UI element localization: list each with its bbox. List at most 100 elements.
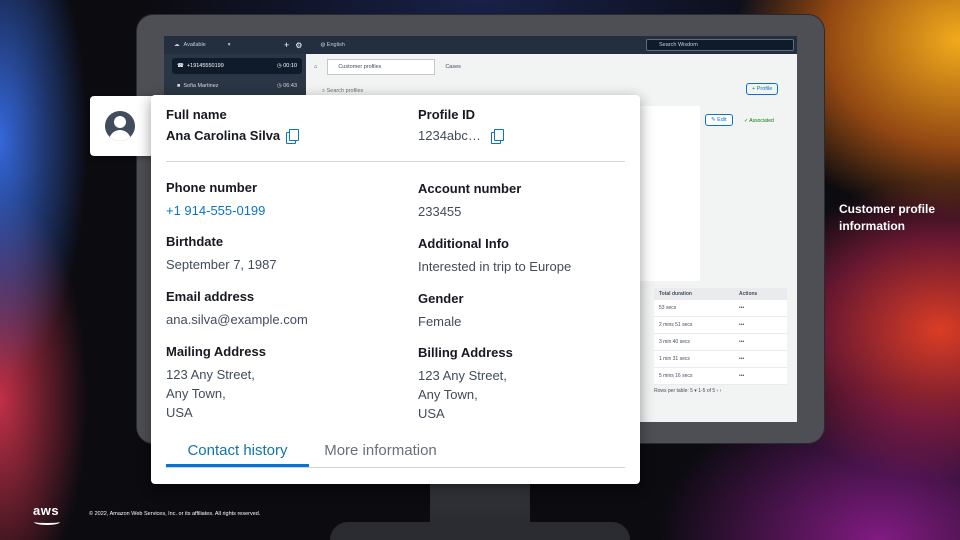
contact-item[interactable]: ■ Sofia Martinez ◷ 06:43 — [172, 78, 302, 94]
actions-menu[interactable]: ••• — [739, 373, 784, 379]
billing-address-field: Billing Address 123 Any Street, Any Town… — [418, 345, 513, 423]
contact-name: Sofia Martinez — [183, 83, 219, 89]
tab-cases[interactable]: Cases — [445, 64, 461, 70]
billing-address-label: Billing Address — [418, 345, 513, 360]
status-label: Available — [183, 42, 206, 48]
avatar-card — [90, 96, 160, 156]
table-row: 53 secs ••• — [654, 300, 787, 317]
actions-menu[interactable]: ••• — [739, 356, 784, 362]
add-profile-button[interactable]: + Profile — [746, 83, 779, 95]
edit-label: Edit — [717, 117, 727, 123]
table-row: 2 mins 51 secs ••• — [654, 317, 787, 334]
duration-cell: 53 secs — [659, 305, 677, 311]
table-pager[interactable]: Rows per table: 5 ▾ 1-5 of 5 ‹ › — [654, 388, 721, 394]
phone-field: Phone number +1 914-555-0199 — [166, 180, 265, 220]
column-header: Actions — [739, 291, 758, 297]
full-name-field: Full name Ana Carolina Silva — [166, 107, 300, 145]
phone-label: Phone number — [166, 180, 258, 195]
contact-number: +19145550199 — [186, 63, 224, 69]
agent-topbar: ☁ Available ▾ + ⚙ ◍ English Search Wisdo… — [164, 36, 797, 54]
email-field: Email address ana.silva@example.com — [166, 289, 308, 329]
search-placeholder: Search Wisdom — [659, 42, 698, 48]
tab-label: Cases — [445, 64, 461, 70]
actions-menu[interactable]: ••• — [739, 322, 784, 328]
tab-customer-profiles[interactable]: Customer profiles — [327, 59, 436, 75]
copyright-text: © 2022, Amazon Web Services, Inc. or its… — [89, 511, 261, 517]
full-name-value: Ana Carolina Silva — [166, 128, 281, 143]
language-label: English — [326, 42, 345, 48]
customer-profile-card: Full name Ana Carolina Silva Profile ID … — [151, 95, 640, 484]
cloud-icon: ☁ — [174, 42, 180, 48]
language-selector[interactable]: ◍ English — [320, 42, 344, 48]
mailing-address-line: USA — [166, 405, 193, 420]
additional-info-label: Additional Info — [418, 236, 509, 251]
table-row: 3 min 40 secs ••• — [654, 334, 787, 351]
account-field: Account number 233455 — [418, 181, 521, 221]
tab-contact-history[interactable]: Contact history — [166, 435, 309, 467]
actions-menu[interactable]: ••• — [739, 339, 784, 345]
profile-tabs: Contact history More information — [166, 435, 625, 468]
duration-cell: 5 mins 16 secs — [659, 373, 693, 379]
actions-menu[interactable]: ••• — [739, 305, 784, 311]
account-value: 233455 — [418, 204, 462, 219]
globe-icon: ◍ — [320, 42, 326, 48]
contact-time: 00:10 — [283, 63, 297, 69]
app-tabs: ⌂ Customer profiles Cases — [314, 58, 461, 76]
duration-cell: 1 min 31 secs — [659, 356, 690, 362]
edit-button[interactable]: ✎ Edit — [705, 114, 733, 126]
aws-smile-icon — [34, 519, 60, 525]
duration-cell: 3 min 40 secs — [659, 339, 690, 345]
gender-label: Gender — [418, 291, 464, 306]
search-profiles-placeholder: Search profiles — [326, 88, 364, 94]
mailing-address-field: Mailing Address 123 Any Street, Any Town… — [166, 344, 266, 422]
gear-icon[interactable]: ⚙ — [295, 41, 302, 50]
aws-logo: aws — [33, 503, 60, 518]
billing-address-line: 123 Any Street, — [418, 368, 507, 383]
section-divider — [166, 161, 625, 162]
profile-id-field: Profile ID 1234abc… — [418, 107, 504, 145]
mailing-address-line: 123 Any Street, — [166, 367, 255, 382]
table-row: 5 mins 16 secs ••• — [654, 368, 787, 385]
monitor-base — [330, 522, 630, 540]
additional-info-field: Additional Info Interested in trip to Eu… — [418, 236, 571, 276]
copy-icon[interactable] — [286, 128, 300, 144]
contact-history-table: Total duration Actions 53 secs ••• 2 mins… — [654, 288, 787, 385]
duration-cell: 2 mins 51 secs — [659, 322, 693, 328]
status-selector[interactable]: ☁ Available ▾ — [174, 42, 254, 48]
mailing-address-label: Mailing Address — [166, 344, 266, 359]
pencil-icon: ✎ — [711, 117, 716, 123]
phone-link[interactable]: +1 914-555-0199 — [166, 201, 265, 220]
birthdate-label: Birthdate — [166, 234, 224, 249]
plus-icon[interactable]: + — [284, 40, 289, 50]
column-header: Total duration — [659, 291, 692, 297]
chevron-down-icon: ▾ — [227, 42, 231, 48]
slide-caption: Customer profile information — [839, 202, 936, 233]
birthdate-value: September 7, 1987 — [166, 257, 277, 272]
email-label: Email address — [166, 289, 255, 304]
table-header: Total duration Actions — [654, 288, 787, 300]
full-name-label: Full name — [166, 107, 227, 122]
profile-id-value: 1234abc… — [418, 128, 481, 143]
clock-icon: ◷ — [276, 83, 282, 89]
gender-field: Gender Female — [418, 291, 464, 331]
profile-id-label: Profile ID — [418, 107, 476, 122]
wisdom-search-input[interactable]: Search Wisdom — [646, 39, 794, 51]
associated-status: ✓ Associated — [744, 118, 774, 124]
profile-panel-bg — [634, 106, 700, 281]
contact-item-active[interactable]: ☎ +19145550199 ◷ 00:10 — [172, 58, 302, 74]
billing-address-line: USA — [418, 406, 445, 421]
gender-value: Female — [418, 314, 462, 329]
billing-address-line: Any Town, — [418, 387, 478, 402]
user-avatar-icon — [105, 111, 135, 141]
search-profiles-input[interactable]: ⌕ Search profiles — [322, 88, 363, 95]
additional-info-value: Interested in trip to Europe — [418, 259, 572, 274]
phone-icon: ☎ — [177, 63, 184, 69]
home-icon[interactable]: ⌂ — [314, 64, 317, 70]
tab-more-information[interactable]: More information — [309, 435, 452, 467]
tab-label: Customer profiles — [338, 64, 382, 70]
copy-icon[interactable] — [490, 128, 504, 144]
birthdate-field: Birthdate September 7, 1987 — [166, 234, 277, 274]
account-label: Account number — [418, 181, 522, 196]
mailing-address-line: Any Town, — [166, 386, 226, 401]
contact-time: 06:43 — [283, 83, 297, 89]
